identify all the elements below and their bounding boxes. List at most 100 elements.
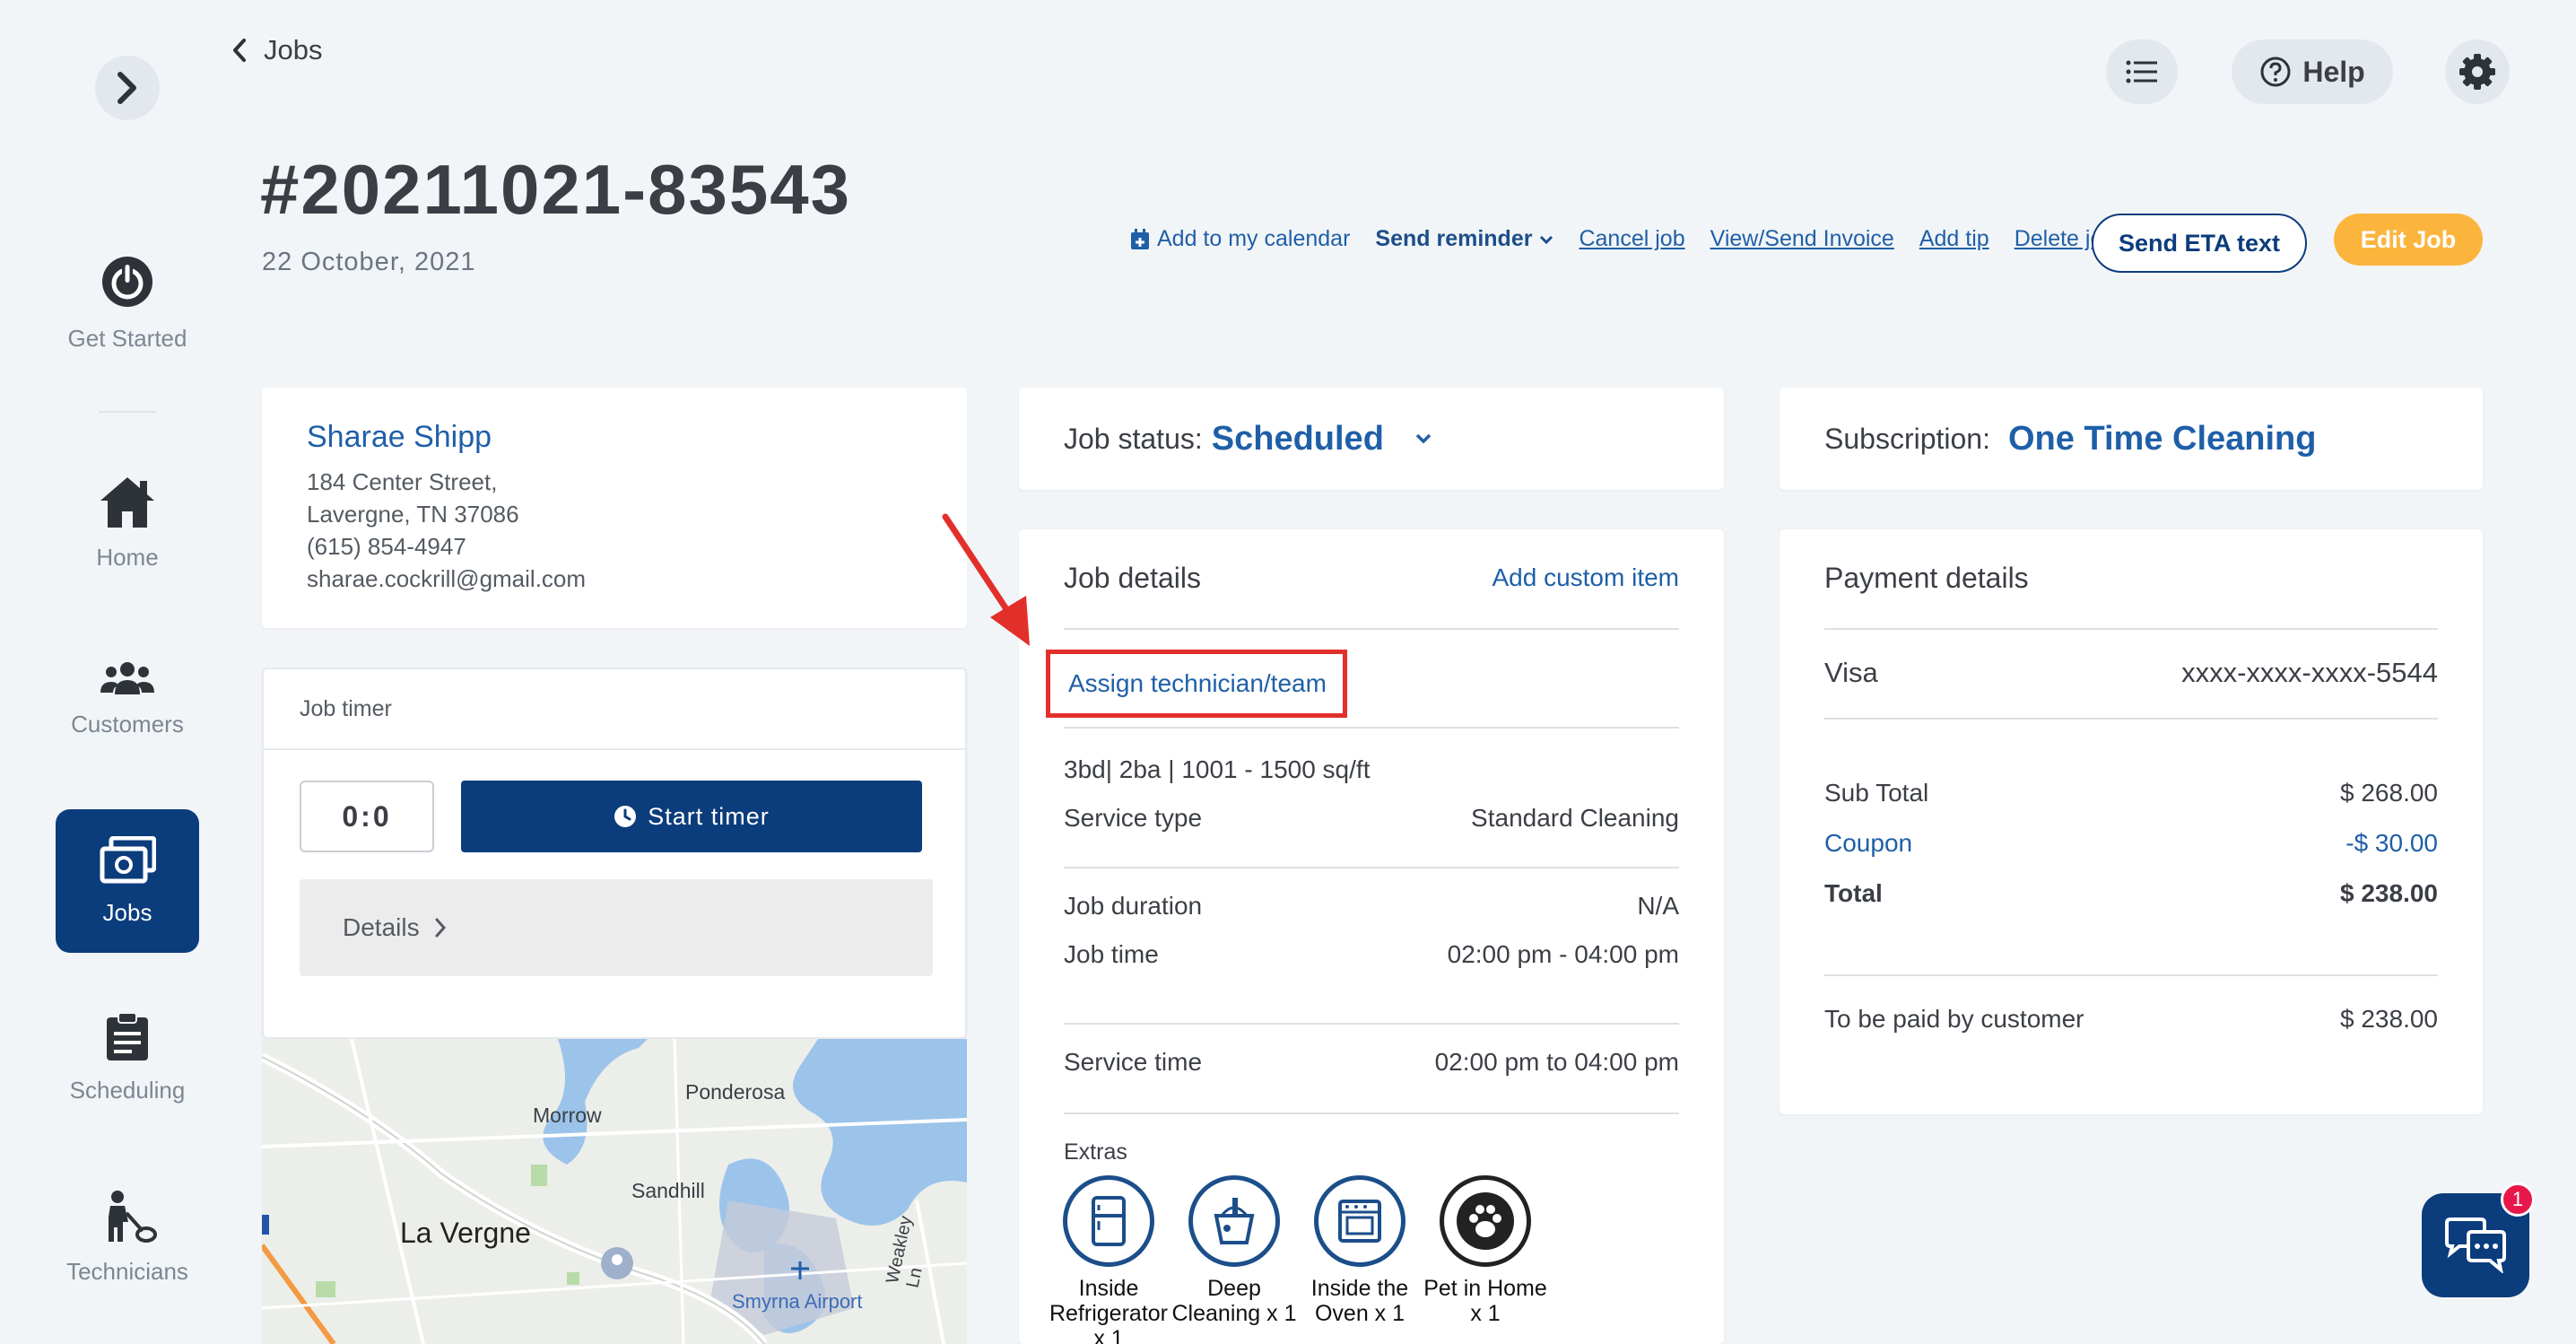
- assign-technician-link[interactable]: Assign technician/team: [1046, 650, 1347, 718]
- help-label: Help: [2302, 55, 2365, 88]
- job-status-value[interactable]: Scheduled: [1212, 420, 1384, 458]
- extra-label: Pet in Home x 1: [1423, 1276, 1547, 1326]
- job-time-label: Job time: [1064, 940, 1159, 968]
- customer-city: Lavergne, TN 37086: [307, 501, 519, 528]
- cleaning-bucket-icon: [1188, 1175, 1280, 1267]
- subscription-card: Subscription: One Time Cleaning: [1780, 388, 2483, 490]
- job-time-row: Job time 02:00 pm - 04:00 pm: [1064, 940, 1679, 969]
- home-size-text: 3bd| 2ba | 1001 - 1500 sq/ft: [1064, 755, 1371, 783]
- job-timer-title: Job timer: [300, 696, 392, 721]
- chevron-down-icon[interactable]: [1414, 432, 1432, 445]
- timer-details-toggle[interactable]: Details: [300, 879, 933, 976]
- add-to-calendar-label: Add to my calendar: [1157, 226, 1351, 251]
- job-status-card: Job status: Scheduled: [1019, 388, 1724, 490]
- customer-card: Sharae Shipp 184 Center Street, Lavergne…: [262, 388, 967, 628]
- subscription-value[interactable]: One Time Cleaning: [2008, 420, 2316, 458]
- send-eta-button[interactable]: Send ETA text: [2092, 214, 2307, 273]
- subscription-label: Subscription:: [1824, 422, 1990, 455]
- chevron-right-icon: [435, 918, 446, 938]
- refrigerator-icon: [1063, 1175, 1154, 1267]
- extra-item: Inside Refrigerator x 1: [1046, 1175, 1171, 1344]
- view-invoice-link[interactable]: View/Send Invoice: [1710, 226, 1894, 252]
- total-label: Total: [1824, 879, 1883, 907]
- subtotal-row: Sub Total $ 268.00: [1824, 779, 2438, 807]
- add-to-calendar-link[interactable]: Add to my calendar: [1130, 226, 1350, 252]
- job-details-card: Job details Add custom item Assign techn…: [1019, 529, 1724, 1344]
- map-label-ponderosa: Ponderosa: [685, 1080, 786, 1104]
- list-view-button[interactable]: [2106, 39, 2178, 104]
- sidebar-divider: [99, 411, 156, 413]
- sidebar-item-get-started[interactable]: Get Started: [56, 253, 199, 353]
- extras-label: Extras: [1064, 1139, 1127, 1165]
- job-status-label: Job status:: [1064, 422, 1203, 455]
- sidebar-item-jobs[interactable]: Jobs: [56, 809, 199, 953]
- chevron-right-icon: [117, 72, 136, 104]
- location-map[interactable]: Ponderosa Morrow Sandhill La Vergne Weak…: [262, 1039, 967, 1344]
- add-tip-link[interactable]: Add tip: [1919, 226, 1989, 252]
- service-type-row: Service type Standard Cleaning: [1064, 804, 1679, 833]
- home-size-row: 3bd| 2ba | 1001 - 1500 sq/ft: [1064, 755, 1679, 784]
- settings-button[interactable]: [2445, 39, 2510, 104]
- divider: [1064, 727, 1679, 729]
- card-type: Visa: [1824, 657, 1878, 688]
- send-reminder-label: Send reminder: [1375, 226, 1533, 251]
- total-row: Total $ 238.00: [1824, 879, 2438, 908]
- customer-pay-label: To be paid by customer: [1824, 1005, 2084, 1033]
- start-timer-button[interactable]: Start timer: [461, 781, 922, 852]
- coupon-label[interactable]: Coupon: [1824, 829, 1912, 858]
- job-duration-label: Job duration: [1064, 892, 1203, 920]
- list-icon: [2126, 60, 2157, 83]
- map-label-airport: Smyrna Airport: [732, 1290, 863, 1313]
- map-label-morrow: Morrow: [533, 1104, 602, 1127]
- home-icon: [100, 477, 154, 528]
- details-label: Details: [343, 913, 420, 941]
- sidebar-item-label: Get Started: [67, 325, 187, 352]
- service-time-label: Service time: [1064, 1048, 1203, 1076]
- jobs-icon: [100, 836, 156, 884]
- sidebar-item-technicians[interactable]: Technicians: [56, 1190, 199, 1286]
- job-time-value: 02:00 pm - 04:00 pm: [1447, 940, 1679, 968]
- breadcrumb[interactable]: Jobs: [231, 34, 322, 66]
- sidebar-item-customers[interactable]: Customers: [56, 660, 199, 738]
- job-number: #20211021-83543: [260, 150, 851, 229]
- service-time-row: Service time 02:00 pm to 04:00 pm: [1064, 1048, 1679, 1077]
- card-number: xxxx-xxxx-xxxx-5544: [2181, 657, 2438, 688]
- service-type-value: Standard Cleaning: [1471, 804, 1679, 832]
- oven-icon: [1314, 1175, 1405, 1267]
- coupon-value: -$ 30.00: [2345, 829, 2438, 857]
- sidebar-item-home[interactable]: Home: [56, 474, 199, 572]
- cancel-job-link[interactable]: Cancel job: [1579, 226, 1684, 252]
- sidebar-item-label: Technicians: [66, 1258, 188, 1285]
- clock-icon: [614, 806, 637, 827]
- breadcrumb-jobs-link[interactable]: Jobs: [264, 34, 322, 66]
- gear-icon: [2459, 54, 2495, 90]
- sidebar-item-scheduling[interactable]: Scheduling: [56, 1012, 199, 1104]
- sidebar-item-label: Customers: [71, 711, 184, 737]
- job-date: 22 October, 2021: [262, 248, 476, 276]
- job-details-title: Job details: [1064, 562, 1201, 594]
- customer-name-link[interactable]: Sharae Shipp: [307, 420, 922, 455]
- customer-pay-value: $ 238.00: [2340, 1005, 2438, 1033]
- sidebar-item-label: Scheduling: [69, 1077, 186, 1104]
- send-reminder-dropdown[interactable]: Send reminder: [1375, 226, 1553, 252]
- customer-pay-row: To be paid by customer $ 238.00: [1824, 1005, 2438, 1034]
- technician-icon: [109, 1191, 157, 1243]
- help-button[interactable]: Help: [2232, 39, 2393, 104]
- divider: [264, 748, 965, 750]
- power-icon: [102, 257, 152, 307]
- subtotal-value: $ 268.00: [2340, 779, 2438, 807]
- paw-icon: [1440, 1175, 1531, 1267]
- sidebar-item-label: Jobs: [102, 899, 152, 926]
- customer-phone: (615) 854-4947: [307, 533, 466, 560]
- extra-item: Deep Cleaning x 1: [1171, 1175, 1297, 1326]
- add-custom-item-link[interactable]: Add custom item: [1492, 563, 1679, 592]
- payment-title: Payment details: [1824, 562, 2029, 594]
- expand-sidebar-button[interactable]: [95, 56, 160, 120]
- edit-job-button[interactable]: Edit Job: [2334, 214, 2483, 266]
- divider: [1064, 1113, 1679, 1114]
- coupon-row: Coupon -$ 30.00: [1824, 829, 2438, 858]
- extra-item: Inside the Oven x 1: [1297, 1175, 1423, 1326]
- chat-bubbles-icon: [2445, 1217, 2506, 1273]
- job-actions-bar: Add to my calendar Send reminder Cancel …: [1130, 226, 2115, 252]
- chevron-down-icon: [1540, 235, 1553, 244]
